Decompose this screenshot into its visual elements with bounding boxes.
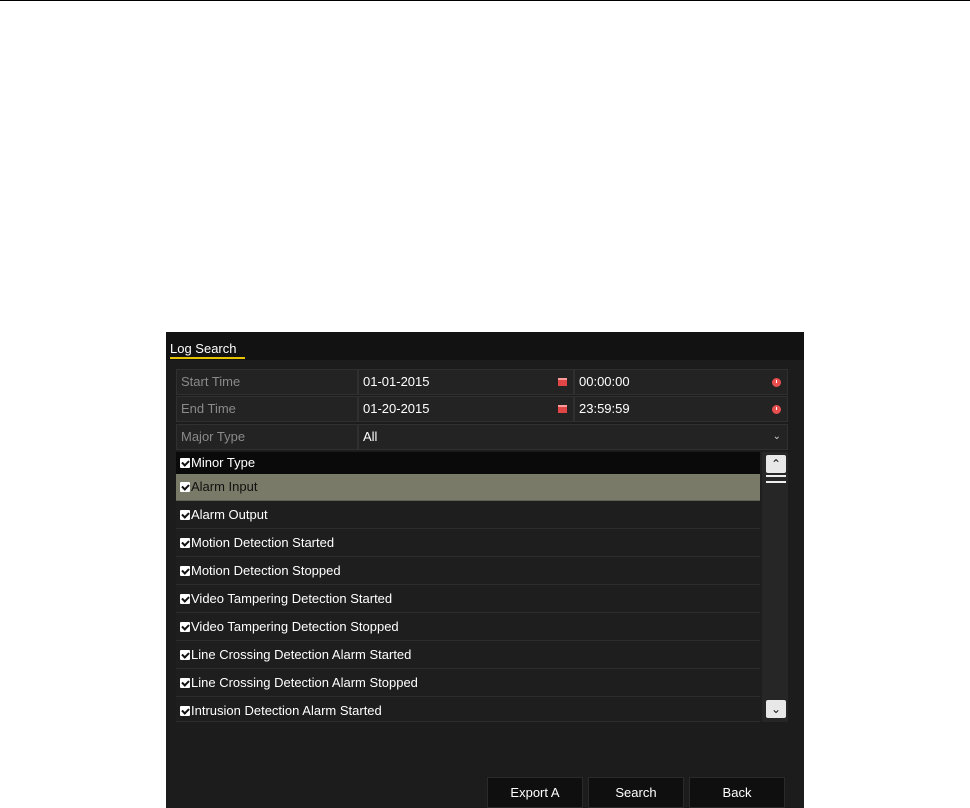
clock-icon[interactable]	[772, 378, 781, 387]
search-button[interactable]: Search	[588, 777, 684, 808]
dialog-title: Log Search	[170, 341, 237, 356]
list-item-label: Video Tampering Detection Started	[191, 591, 393, 606]
checkbox-icon[interactable]	[180, 458, 190, 468]
checkbox-icon[interactable]	[180, 678, 190, 688]
calendar-icon[interactable]	[558, 405, 567, 413]
checkbox-icon[interactable]	[180, 622, 190, 632]
title-bar: Log Search	[166, 332, 804, 360]
start-date-field[interactable]: 01-01-2015	[358, 369, 574, 395]
back-button[interactable]: Back	[689, 777, 785, 808]
scroll-up-button[interactable]: ⌃	[766, 455, 786, 473]
end-time-label: End Time	[176, 396, 358, 422]
checkbox-icon[interactable]	[180, 650, 190, 660]
checkbox-icon[interactable]	[180, 594, 190, 604]
minor-type-header-label: Minor Type	[191, 455, 256, 470]
minor-type-header[interactable]: Minor Type	[176, 452, 760, 474]
checkbox-icon[interactable]	[180, 566, 190, 576]
list-item-label: Motion Detection Stopped	[191, 563, 341, 578]
end-time-field[interactable]: 23:59:59	[574, 396, 788, 422]
list-item-label: Intrusion Detection Alarm Started	[191, 703, 382, 718]
export-button[interactable]: Export A	[487, 777, 583, 808]
end-time-row: End Time 01-20-2015 23:59:59	[176, 396, 788, 422]
list-item-label: Alarm Input	[191, 479, 258, 494]
list-item-label: Alarm Output	[191, 507, 268, 522]
start-date-value: 01-01-2015	[363, 374, 430, 389]
scroll-thumb[interactable]	[766, 475, 786, 483]
log-search-dialog: Log Search Start Time 01-01-2015 00:00:0…	[166, 332, 804, 808]
top-rule	[0, 0, 970, 1]
title-underline	[170, 357, 245, 359]
list-item[interactable]: Intrusion Detection Alarm Started	[176, 698, 760, 722]
start-time-row: Start Time 01-01-2015 00:00:00	[176, 369, 788, 395]
end-date-field[interactable]: 01-20-2015	[358, 396, 574, 422]
chevron-down-icon: ⌄	[772, 431, 781, 442]
end-time-value: 23:59:59	[579, 401, 630, 416]
major-type-row: Major Type All ⌄	[176, 424, 788, 450]
list-item[interactable]: Alarm Output	[176, 502, 760, 529]
major-type-select[interactable]: All ⌄	[358, 424, 788, 450]
major-type-value: All	[363, 429, 378, 444]
list-item[interactable]: Line Crossing Detection Alarm Started	[176, 642, 760, 669]
major-type-label: Major Type	[176, 424, 358, 450]
scrollbar[interactable]: ⌃ ⌄	[762, 452, 788, 722]
list-item[interactable]: Video Tampering Detection Stopped	[176, 614, 760, 641]
scroll-down-button[interactable]: ⌄	[766, 700, 786, 718]
list-item[interactable]: Alarm Input	[176, 474, 760, 501]
checkbox-icon[interactable]	[180, 538, 190, 548]
checkbox-icon[interactable]	[180, 510, 190, 520]
checkbox-icon[interactable]	[180, 482, 190, 492]
list-item[interactable]: Motion Detection Stopped	[176, 558, 760, 585]
minor-type-list: Minor Type Alarm Input Alarm Output Moti…	[176, 452, 788, 722]
end-date-value: 01-20-2015	[363, 401, 430, 416]
checkbox-icon[interactable]	[180, 706, 190, 716]
start-time-label: Start Time	[176, 369, 358, 395]
list-item-label: Video Tampering Detection Stopped	[191, 619, 399, 634]
list-item-label: Line Crossing Detection Alarm Started	[191, 647, 412, 662]
calendar-icon[interactable]	[558, 378, 567, 386]
list-item-label: Motion Detection Started	[191, 535, 335, 550]
list-item[interactable]: Line Crossing Detection Alarm Stopped	[176, 670, 760, 697]
list-item[interactable]: Motion Detection Started	[176, 530, 760, 557]
clock-icon[interactable]	[772, 405, 781, 414]
start-time-value: 00:00:00	[579, 374, 630, 389]
start-time-field[interactable]: 00:00:00	[574, 369, 788, 395]
list-item-label: Line Crossing Detection Alarm Stopped	[191, 675, 418, 690]
list-item[interactable]: Video Tampering Detection Started	[176, 586, 760, 613]
